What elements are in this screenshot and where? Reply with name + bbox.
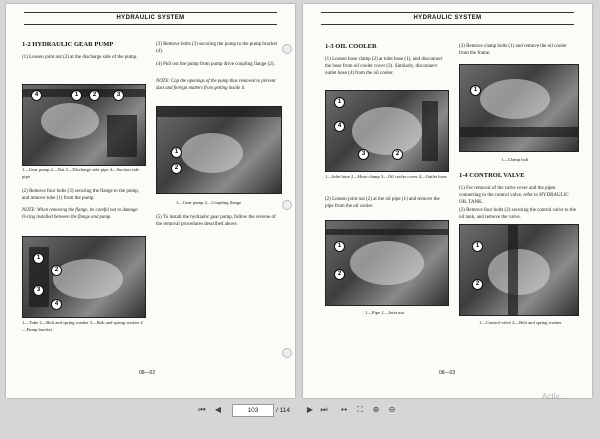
fit-width-icon[interactable]: ↔ bbox=[338, 404, 350, 416]
figure-caption: 1—Gear pump 2—Coupling flange bbox=[176, 200, 242, 205]
callout-marker: 1 bbox=[472, 241, 483, 252]
clamp-bolt-photo: 1 bbox=[459, 64, 579, 152]
callout-marker: 2 bbox=[472, 279, 483, 290]
callout-marker: 4 bbox=[31, 90, 42, 101]
gear-pump-photo: 4 1 2 3 bbox=[22, 84, 146, 166]
callout-marker: 3 bbox=[358, 149, 369, 160]
figure-caption: 1—Pipe 2—Joint nut bbox=[365, 310, 405, 315]
oil-pipe-photo: 1 2 bbox=[325, 220, 449, 306]
figure-caption: 1—Tube 2—Bolt and spring washer 3—Bolt a… bbox=[22, 320, 143, 332]
watermark-text: Activ... bbox=[542, 392, 566, 401]
callout-marker: 1 bbox=[33, 253, 44, 264]
step-text: (3) Remove clamp bolts (1) and remove th… bbox=[459, 44, 567, 56]
section-title: 1-2 HYDRAULIC GEAR PUMP bbox=[22, 41, 114, 48]
callout-marker: 1 bbox=[470, 85, 481, 96]
page-number-input[interactable]: 103 bbox=[232, 404, 274, 417]
punch-hole bbox=[282, 44, 292, 54]
page-number: 08—03 bbox=[439, 370, 456, 376]
callout-marker: 2 bbox=[51, 265, 62, 276]
step-text: (3) Remove bolts (3) securing the pump t… bbox=[156, 42, 278, 54]
figure-caption: 1—Inlet hose 2—Hose clamp 3—Oil cooler c… bbox=[325, 174, 447, 179]
callout-marker: 4 bbox=[51, 299, 62, 310]
document-page-left: HYDRAULIC SYSTEM 1-2 HYDRAULIC GEAR PUMP… bbox=[6, 4, 295, 398]
figure-caption: 1—Clamp bolt bbox=[501, 157, 529, 162]
figure-caption: 1—Control valve 2—Bolt and spring washer bbox=[479, 320, 562, 325]
note-text: NOTE: Cap the openings of the pump thus … bbox=[156, 79, 276, 91]
first-page-icon[interactable]: ⏮ bbox=[196, 404, 208, 416]
callout-marker: 2 bbox=[171, 163, 182, 174]
fullscreen-icon[interactable]: ⛶ bbox=[354, 404, 366, 416]
document-page-right: HYDRAULIC SYSTEM 1-3 OIL COOLER (1) Loos… bbox=[303, 4, 592, 398]
next-page-icon[interactable]: ▶ bbox=[304, 404, 316, 416]
callout-marker: 3 bbox=[33, 285, 44, 296]
page-total: / 114 bbox=[276, 407, 290, 414]
section-title: 1-4 CONTROL VALVE bbox=[459, 172, 525, 179]
callout-marker: 2 bbox=[334, 269, 345, 280]
callout-marker: 1 bbox=[334, 97, 345, 108]
zoom-in-icon[interactable]: ⊕ bbox=[370, 404, 382, 416]
callout-marker: 1 bbox=[171, 147, 182, 158]
viewer-toolbar: ⏮ ◀ 103 / 114 ▶ ⏭ ↔ ⛶ ⊕ ⊖ bbox=[0, 399, 600, 439]
punch-hole bbox=[282, 200, 292, 210]
note-text: NOTE: When removing the flange, be caref… bbox=[22, 208, 138, 220]
zoom-out-icon[interactable]: ⊖ bbox=[386, 404, 398, 416]
pdf-viewer: HYDRAULIC SYSTEM 1-2 HYDRAULIC GEAR PUMP… bbox=[0, 0, 600, 439]
section-title: 1-3 OIL COOLER bbox=[325, 43, 377, 50]
step-text: (2) Remove four bolts (3) securing the f… bbox=[22, 189, 140, 201]
callout-marker: 3 bbox=[113, 90, 124, 101]
step-text: (4) Pull out the pump from pump drive co… bbox=[156, 62, 275, 67]
control-valve-photo: 1 2 bbox=[459, 224, 579, 316]
callout-marker: 1 bbox=[71, 90, 82, 101]
page-header: HYDRAULIC SYSTEM bbox=[24, 12, 277, 25]
page-number: 08—02 bbox=[139, 370, 156, 376]
step-text: (1) Loosen hose clamp (2) at inlet hose … bbox=[325, 57, 443, 76]
callout-marker: 2 bbox=[89, 90, 100, 101]
oil-cooler-photo: 1 4 3 2 bbox=[325, 90, 449, 172]
callout-marker: 4 bbox=[334, 121, 345, 132]
coupling-flange-photo: 1 2 bbox=[156, 106, 282, 194]
step-text: (2) Remove four bolts (2) securing the c… bbox=[459, 208, 576, 220]
last-page-icon[interactable]: ⏭ bbox=[318, 404, 330, 416]
step-text: (2) Loosen joint nut (2) at the oil pipe… bbox=[325, 197, 440, 209]
pump-bracket-photo: 1 2 3 4 bbox=[22, 236, 146, 318]
step-text: (5) To install the hydraulic gear pump, … bbox=[156, 215, 276, 227]
step-text: (1) For removal of the valve cover and t… bbox=[459, 186, 569, 205]
callout-marker: 2 bbox=[392, 149, 403, 160]
step-text: (1) Loosen joint nut (2) at the discharg… bbox=[22, 55, 138, 60]
previous-page-icon[interactable]: ◀ bbox=[212, 404, 224, 416]
callout-marker: 1 bbox=[334, 241, 345, 252]
figure-caption: 1—Gear pump 2—Nut 3—Discharge side pipe … bbox=[22, 167, 140, 179]
punch-hole bbox=[282, 348, 292, 358]
page-header: HYDRAULIC SYSTEM bbox=[321, 12, 574, 25]
